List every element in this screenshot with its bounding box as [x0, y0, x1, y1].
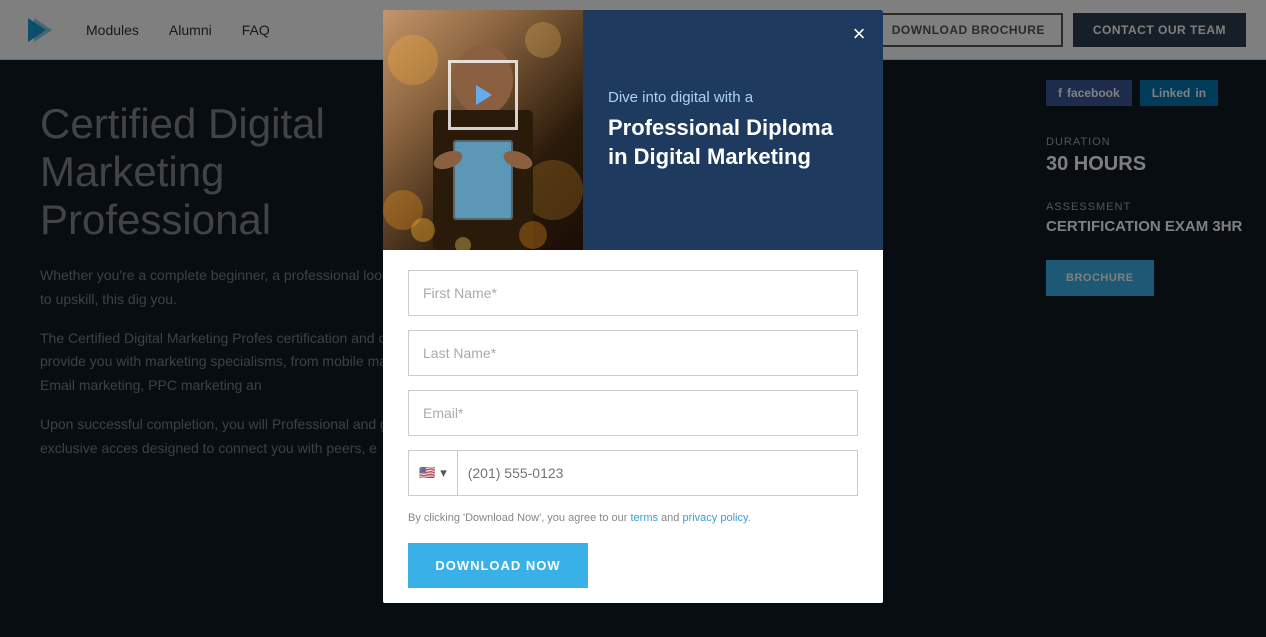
- modal-body: 🇺🇸 ▾ By clicking 'Download Now', you agr…: [383, 250, 883, 603]
- modal-close-button[interactable]: ×: [847, 22, 871, 46]
- modal-header: Dive into digital with a Professional Di…: [383, 10, 883, 250]
- disclaimer-text: By clicking 'Download Now', you agree to…: [408, 510, 858, 527]
- privacy-policy-link[interactable]: privacy policy: [682, 512, 747, 524]
- modal-overlay[interactable]: ×: [0, 0, 1266, 637]
- last-name-field: [408, 330, 858, 376]
- email-field: [408, 390, 858, 436]
- phone-flag-dropdown[interactable]: 🇺🇸 ▾: [409, 451, 458, 495]
- flag-icon: 🇺🇸: [419, 465, 435, 481]
- play-button-overlay[interactable]: [448, 60, 518, 130]
- email-input[interactable]: [408, 390, 858, 436]
- phone-input[interactable]: [458, 451, 857, 495]
- download-now-button[interactable]: DOWNLOAD NOW: [408, 543, 588, 588]
- phone-field: 🇺🇸 ▾: [408, 450, 858, 496]
- first-name-input[interactable]: [408, 270, 858, 316]
- modal-subtitle: Dive into digital with a: [608, 89, 858, 106]
- first-name-field: [408, 270, 858, 316]
- modal-title: Professional Diploma in Digital Marketin…: [608, 114, 858, 171]
- person-image: [383, 10, 583, 250]
- last-name-input[interactable]: [408, 330, 858, 376]
- play-arrow-icon: [476, 85, 492, 105]
- terms-link[interactable]: terms: [630, 512, 658, 524]
- modal-hero-image: [383, 10, 583, 250]
- modal-header-text: Dive into digital with a Professional Di…: [583, 10, 883, 250]
- modal-dialog: ×: [383, 10, 883, 603]
- chevron-down-icon: ▾: [440, 465, 447, 481]
